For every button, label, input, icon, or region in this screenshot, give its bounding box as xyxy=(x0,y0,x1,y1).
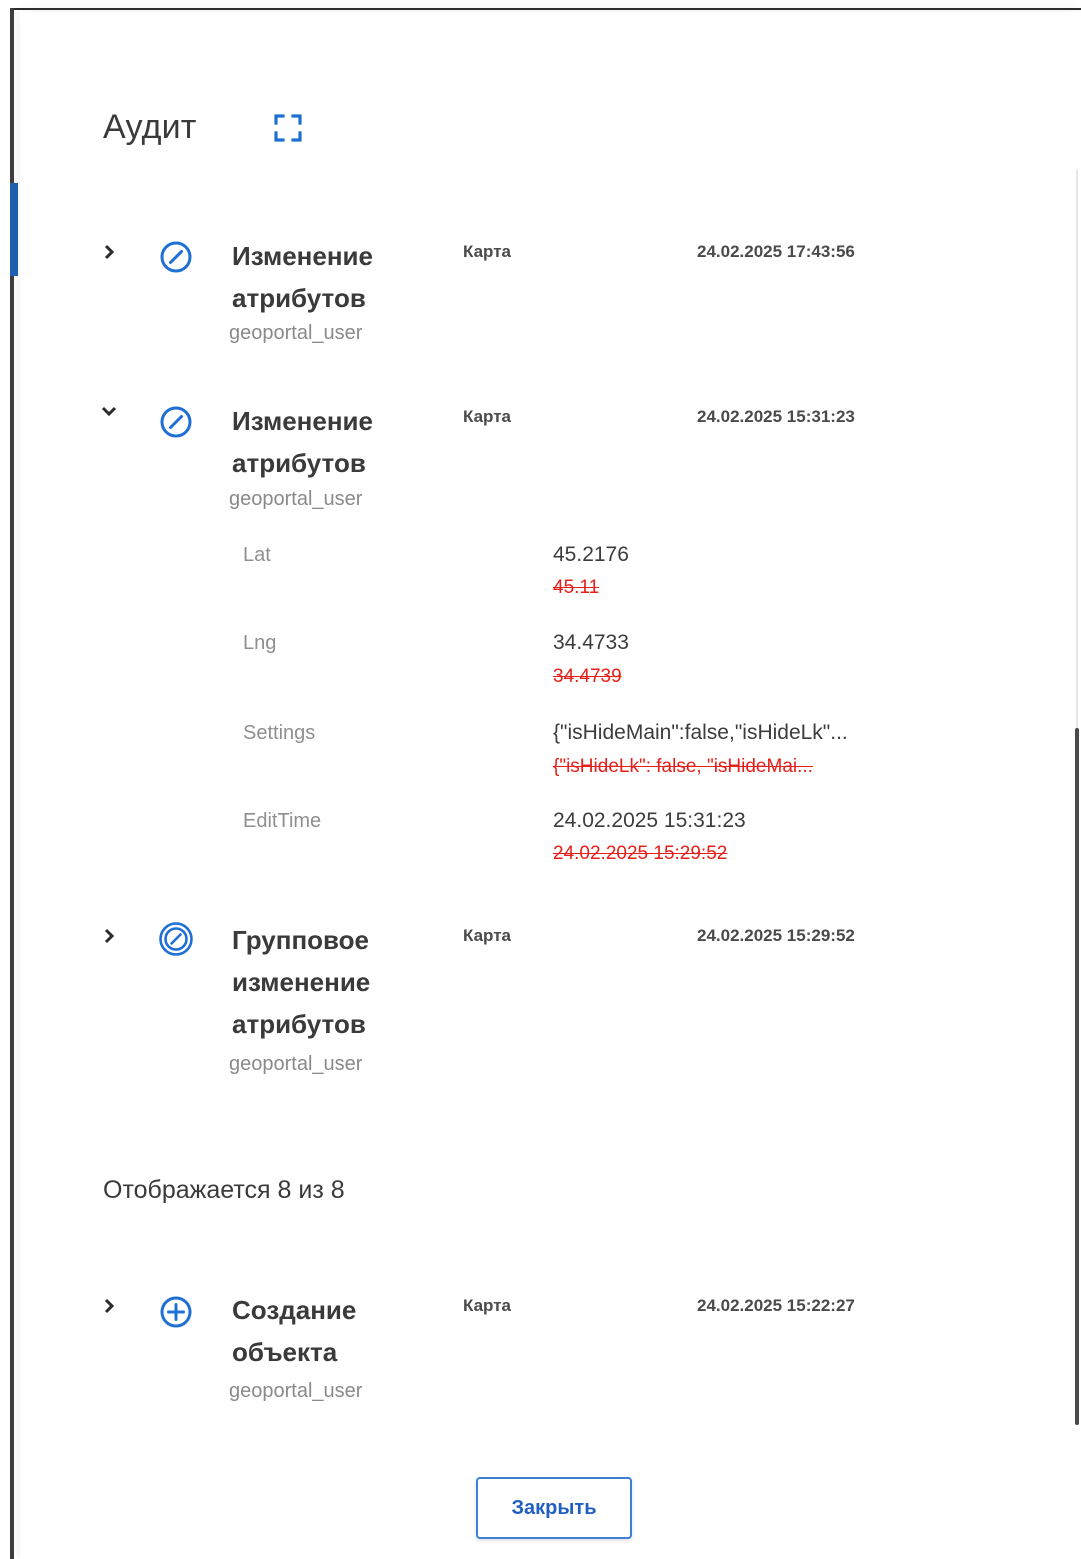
chevron-right-icon[interactable] xyxy=(100,243,118,261)
entry-layer: Карта xyxy=(463,1296,511,1315)
entry-timestamp: 24.02.2025 17:43:56 xyxy=(697,242,855,261)
change-new-value: 24.02.2025 15:31:23 xyxy=(553,809,746,832)
entry-timestamp: 24.02.2025 15:22:27 xyxy=(697,1296,855,1315)
entry-user: geoportal_user xyxy=(229,1053,363,1075)
entry-action-title: Изменение атрибутов xyxy=(232,241,373,313)
change-attribute-name: Settings xyxy=(243,722,316,744)
entry-user: geoportal_user xyxy=(229,488,363,510)
screen: Аудит Изменение атрибутов geoportal_user… xyxy=(0,0,1081,1559)
change-new-value: 45.2176 xyxy=(553,543,629,566)
entry-action-title: Изменение атрибутов xyxy=(232,406,373,478)
change-old-value: 24.02.2025 15:29:52 xyxy=(553,843,728,864)
chevron-right-icon[interactable] xyxy=(100,1297,118,1315)
edit-circle-icon xyxy=(160,241,192,273)
change-old-value: 45.11 xyxy=(553,577,600,598)
entry-user: geoportal_user xyxy=(229,322,363,344)
entry-layer: Карта xyxy=(463,242,511,261)
change-attribute-name: EditTime xyxy=(243,810,322,832)
change-attribute-name: Lat xyxy=(243,544,271,566)
change-new-value: 34.4733 xyxy=(553,631,629,654)
dialog-title: Аудит xyxy=(103,108,197,146)
change-new-value: {"isHideMain":false,"isHideLk"... xyxy=(553,721,848,744)
change-old-value: 34.4739 xyxy=(553,666,622,687)
group-edit-circle-icon xyxy=(159,922,193,956)
close-button[interactable]: Закрыть xyxy=(476,1477,632,1539)
entry-action-title: Создание объекта xyxy=(232,1295,357,1367)
entry-timestamp: 24.02.2025 15:31:23 xyxy=(697,407,855,426)
change-old-value: {"isHideLk": false, "isHideMai... xyxy=(553,756,813,777)
scrollbar-thumb[interactable] xyxy=(1075,728,1079,1425)
pagination-summary: Отображается 8 из 8 xyxy=(103,1176,345,1204)
entry-user: geoportal_user xyxy=(229,1380,363,1402)
fullscreen-icon[interactable] xyxy=(272,112,304,144)
window-top-border xyxy=(10,8,1081,10)
entry-layer: Карта xyxy=(463,407,511,426)
change-attribute-name: Lng xyxy=(243,632,277,654)
background-blue-tab xyxy=(10,183,18,276)
entry-action-title: Групповое изменение атрибутов xyxy=(232,925,371,1039)
entry-layer: Карта xyxy=(463,926,511,945)
entry-timestamp: 24.02.2025 15:29:52 xyxy=(697,926,855,945)
chevron-right-icon[interactable] xyxy=(100,927,118,945)
chevron-down-icon[interactable] xyxy=(100,403,118,421)
plus-circle-icon xyxy=(160,1296,192,1328)
edit-circle-icon xyxy=(160,406,192,438)
